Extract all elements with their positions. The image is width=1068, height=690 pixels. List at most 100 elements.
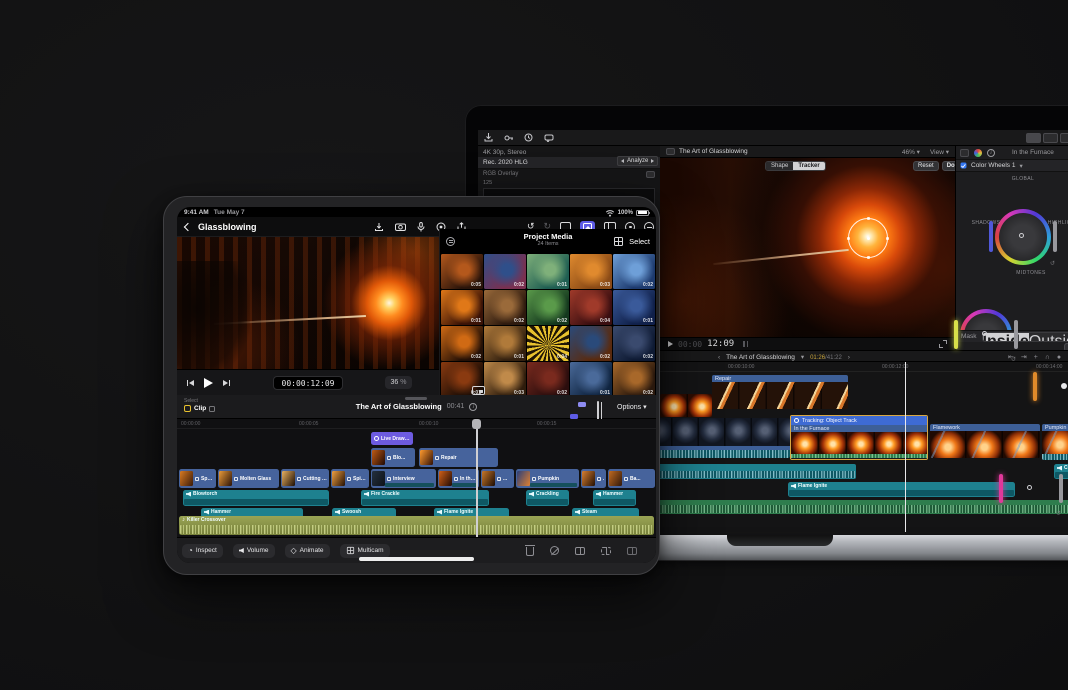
trim-icon[interactable]: ⇥	[1021, 353, 1027, 361]
inspector-toggle-icon[interactable]	[1060, 133, 1068, 143]
media-thumbnail[interactable]: 0:01	[613, 290, 655, 325]
keyword-editor-icon[interactable]	[502, 133, 515, 143]
tracker-tab[interactable]: Tracker	[793, 162, 824, 170]
insert-clip-icon[interactable]	[601, 547, 611, 555]
timeline-clip[interactable]: Cutting Gl...	[281, 469, 329, 488]
skimming-icon[interactable]: ∩	[1045, 354, 1050, 361]
timeline-title-clip[interactable]: Live Drawing	[371, 432, 413, 445]
media-thumbnail[interactable]: 0:01	[484, 326, 526, 361]
media-thumbnail[interactable]: 0:02	[484, 254, 526, 289]
media-thumbnail[interactable]: 0:01	[527, 254, 569, 289]
extensions-icon[interactable]	[542, 133, 555, 143]
analyze-back-icon[interactable]	[621, 159, 624, 163]
shape-tab[interactable]: Shape	[766, 162, 793, 170]
timeline-clip-pumpkin[interactable]: Pumpkin	[1042, 424, 1068, 460]
split-clip-icon[interactable]	[575, 547, 585, 555]
mac-playhead[interactable]	[905, 362, 906, 532]
ipad-viewer[interactable]	[177, 237, 439, 369]
timeline-music-clip[interactable]: ♪Killer Crossover	[179, 516, 654, 535]
media-thumbnail[interactable]: 0:02	[613, 362, 655, 397]
back-button[interactable]	[184, 222, 192, 230]
mac-viewer[interactable]: Shape Tracker Reset Done	[660, 158, 955, 337]
timeline-clip-repair[interactable]: Repair	[712, 375, 848, 409]
mask-outside-button[interactable]: Outside	[1029, 333, 1068, 341]
timeline-toggle-icon[interactable]	[1043, 133, 1058, 143]
fullscreen-icon[interactable]	[939, 340, 947, 348]
tracker-overlay[interactable]	[848, 218, 888, 258]
mic-icon[interactable]	[417, 222, 425, 232]
reset-button[interactable]: Reset	[913, 161, 939, 171]
play-button[interactable]	[204, 378, 213, 388]
timeline-clip[interactable]: Spin...	[331, 469, 369, 488]
mac-play-button[interactable]	[668, 341, 673, 347]
timeline-clip[interactable]: Pumpkin	[516, 469, 579, 488]
timeline-clip[interactable]: ...	[481, 469, 514, 488]
next-project-icon[interactable]: ›	[848, 354, 850, 361]
timeline-clip-flamework[interactable]: Flamework	[930, 424, 1040, 458]
media-thumbnail[interactable]: 0:02	[613, 326, 655, 361]
timeline-clip[interactable]: Molten Glass	[218, 469, 279, 488]
timeline-clip[interactable]: Ba...	[608, 469, 655, 488]
prev-project-icon[interactable]: ‹	[718, 354, 720, 361]
timeline-clip[interactable]: ...	[581, 469, 606, 488]
skip-back-button[interactable]	[187, 380, 194, 386]
timeline-audio-clip[interactable]: Hammer	[593, 490, 636, 506]
info-icon[interactable]: i	[469, 403, 477, 411]
timeline-audio-clip[interactable]: Fire Crackle	[361, 490, 489, 506]
skip-forward-button[interactable]	[223, 380, 230, 386]
ipad-playhead[interactable]	[476, 423, 478, 537]
effect-row[interactable]: Color Wheels 1 ▾	[956, 160, 1068, 172]
global-color-wheel[interactable]: ↺	[995, 209, 1051, 265]
import-media-icon[interactable]	[482, 133, 495, 143]
select-button[interactable]: Select	[629, 237, 650, 246]
delete-icon[interactable]	[526, 547, 534, 556]
timeline-clip-in-the-furnace[interactable]: Tracking: Object Track In the Furnace	[790, 415, 928, 460]
clip-select-chip[interactable]: Clip	[184, 405, 215, 412]
timeline-audio-clip[interactable]: Blowtorch	[183, 490, 329, 506]
mask-inside-button[interactable]: Inside	[983, 333, 1029, 341]
animate-button[interactable]: ◇Animate	[285, 544, 330, 558]
media-thumbnail[interactable]: 0:03	[484, 362, 526, 397]
clip-appearance-icon[interactable]	[597, 401, 599, 420]
info-inspector-icon[interactable]: i	[987, 149, 995, 157]
media-thumbnail[interactable]: 0:01	[441, 290, 483, 325]
options-menu[interactable]: Options ▾	[617, 403, 647, 411]
append-clip-icon[interactable]	[627, 547, 637, 555]
timeline-clip-partial[interactable]	[660, 394, 712, 417]
drag-handle[interactable]	[405, 397, 427, 400]
scope-settings-icon[interactable]	[646, 171, 655, 178]
viewer-zoom-menu[interactable]: 46% ▾	[902, 148, 920, 156]
media-thumbnail[interactable]: 0:02	[527, 362, 569, 397]
ipad-timeline[interactable]: 00:00:00 00:00:05 00:00:10 00:00:15 Live…	[177, 419, 656, 537]
video-inspector-icon[interactable]	[960, 149, 969, 157]
volume-button[interactable]: Volume	[233, 544, 275, 558]
timeline-audio-clip-flame-ignite[interactable]: Flame Ignite	[788, 482, 1015, 497]
browser-toggle-icon[interactable]	[1026, 133, 1041, 143]
multicam-button[interactable]: Multicam	[340, 544, 390, 558]
media-thumbnail[interactable]: 0:03	[570, 254, 612, 289]
done-button[interactable]: Done	[942, 161, 955, 171]
timeline-audio-clip[interactable]: Crackling	[526, 490, 569, 506]
analyze-button[interactable]: Analyze	[627, 158, 648, 164]
timeline-connected-clip[interactable]: Repair	[419, 448, 498, 467]
add-marker-icon[interactable]: +	[1034, 354, 1038, 361]
analyze-forward-icon[interactable]	[651, 159, 654, 163]
timeline-music-clip[interactable]	[646, 500, 1068, 514]
timeline-clip[interactable]: In the...	[438, 469, 479, 488]
media-thumbnail[interactable]: 0:02	[527, 290, 569, 325]
effect-name[interactable]: Color Wheels 1	[971, 162, 1015, 169]
zoom-level[interactable]: 36%	[385, 376, 412, 389]
disable-clip-icon[interactable]	[550, 546, 559, 555]
color-inspector-icon[interactable]	[974, 149, 982, 157]
inspect-button[interactable]: ◔Inspect	[182, 544, 223, 558]
media-thumbnail[interactable]: 0:04	[570, 290, 612, 325]
timeline-clip-left-segment[interactable]	[646, 418, 790, 458]
import-icon[interactable]	[374, 222, 384, 232]
timeline-connected-clip[interactable]: Blo...	[371, 448, 415, 467]
picture-in-picture-icon[interactable]	[472, 386, 485, 395]
media-thumbnail[interactable]: 0:01	[570, 362, 612, 397]
media-thumbnail[interactable]: 0:02	[441, 326, 483, 361]
media-thumbnail[interactable]: 0:02	[613, 254, 655, 289]
mac-project-title[interactable]: The Art of Glassblowing	[726, 354, 795, 361]
media-thumbnail[interactable]: 0:04	[527, 326, 569, 361]
